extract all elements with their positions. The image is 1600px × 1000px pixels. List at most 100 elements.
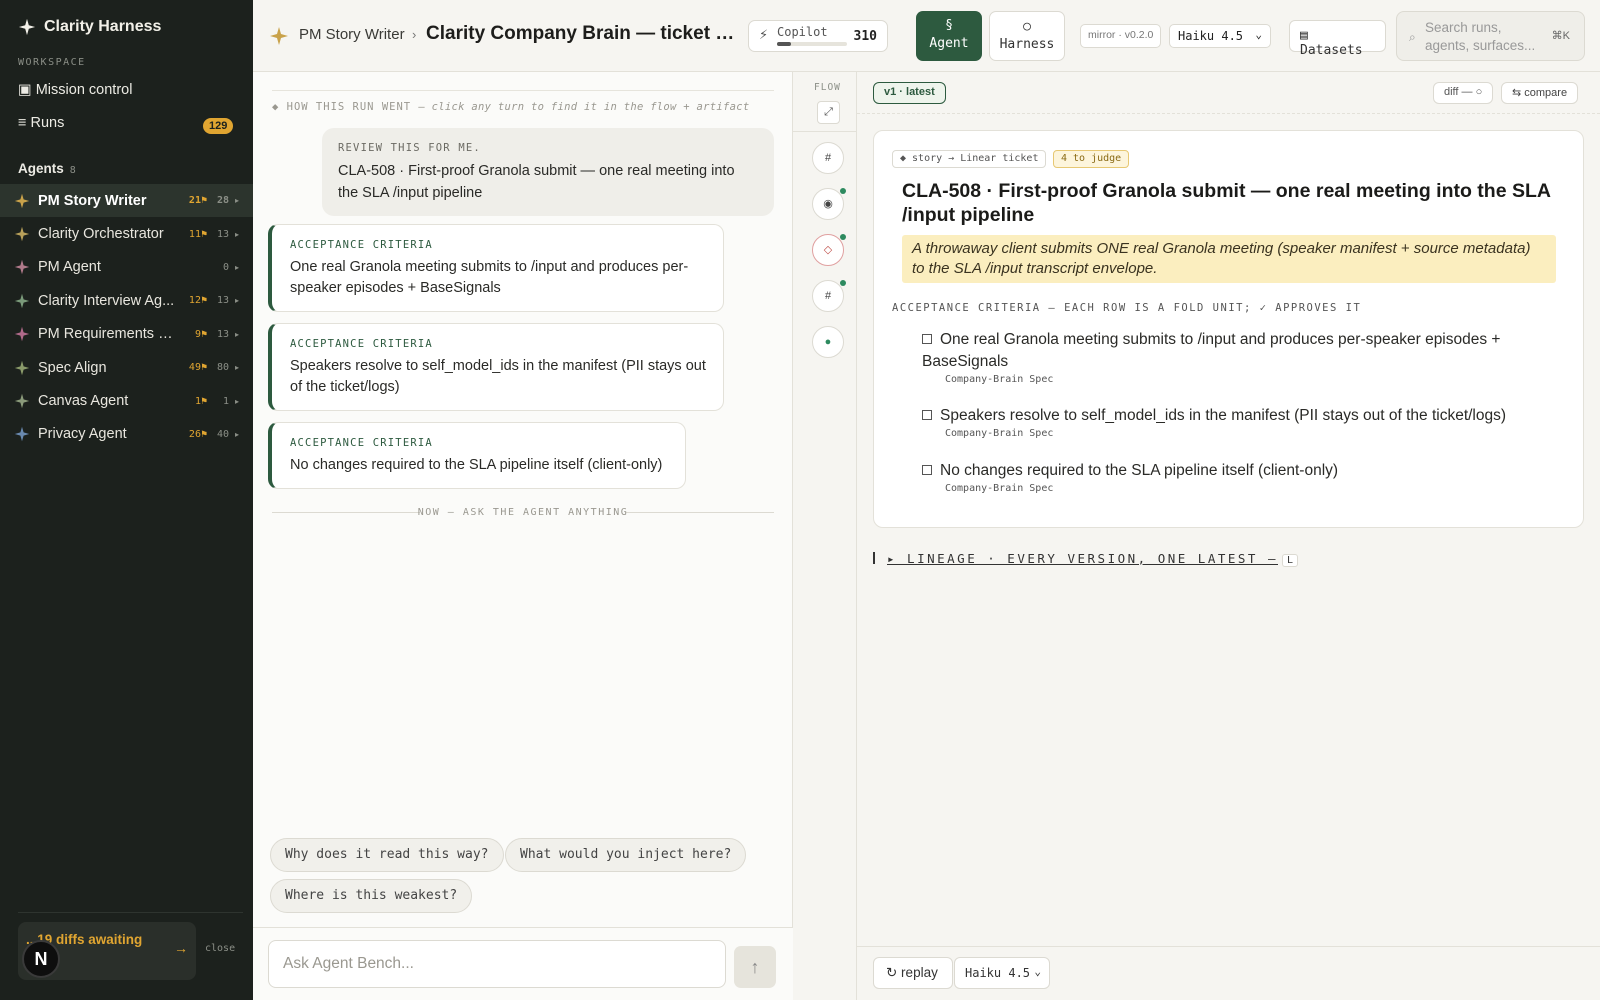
arrow-up-icon: ↑ [750,957,760,977]
now-divider: NOW — ASK THE AGENT ANYTHING [272,507,774,519]
acceptance-card-2[interactable]: ACCEPTANCE CRITERIA Speakers resolve to … [268,323,724,411]
flow-node[interactable]: # [812,142,844,174]
model-select[interactable]: Haiku 4.5 ⌄ [1169,24,1271,48]
footer-model-select[interactable]: Haiku 4.5 ⌄ [954,957,1050,989]
nav-mission-control-label: ▣ Mission control [18,82,133,98]
caret-right-icon[interactable]: ▸ [235,263,239,272]
caret-right-icon[interactable]: ▸ [235,330,239,339]
harness-mode-button[interactable]: ○ Harness [989,11,1065,61]
agent-run-count: 13 [216,295,229,307]
status-dot [840,188,846,194]
agent-run-count: 28 [216,195,229,207]
acceptance-card-tag: ACCEPTANCE CRITERIA [290,338,433,350]
agent-mode-button[interactable]: § Agent [916,11,982,61]
nav-mission-control[interactable]: ▣ Mission control [18,82,132,98]
sidebar-agent-item[interactable]: Privacy Agent 26⚑ 40 ▸ [0,418,253,451]
app-brand[interactable]: Clarity Harness [18,18,161,36]
chevron-down-icon: ⌄ [1034,965,1041,978]
acceptance-item-text: No changes required to the SLA pipeline … [940,462,1339,479]
workspace-label: WORKSPACE [18,57,86,68]
user-message[interactable]: REVIEW THIS FOR ME. CLA-508 · First-proo… [322,128,774,216]
sidebar-agent-item[interactable]: Clarity Interview Ag... 12⚑ 13 ▸ [0,284,253,317]
breadcrumb-agent[interactable]: PM Story Writer [299,26,405,43]
caret-right-icon[interactable]: ▸ [235,296,239,305]
copilot-progress-fill [777,42,791,46]
arrow-right-icon[interactable]: → [174,940,188,956]
search-shortcut: ⌘K [1551,30,1570,42]
diff-button[interactable]: diff — ○ [1433,82,1494,104]
acceptance-card-text: Speakers resolve to self_model_ids in th… [290,358,706,395]
checkbox[interactable] [922,465,932,475]
judge-count-tag[interactable]: 4 to judge [1053,150,1130,168]
copilot-meter[interactable]: ⚡ Copilot 310 [748,20,888,52]
lineage-toggle[interactable]: ▸ LINEAGE · EVERY VERSION, ONE LATEST — L [873,551,1299,567]
acceptance-item-text: One real Granola meeting submits to /inp… [922,331,1501,370]
agent-flag-count: 11⚑ [188,228,207,240]
search-box[interactable]: ⌕ Search runs, agents, surfaces... ⌘K [1396,11,1585,61]
agent-name: Privacy Agent [38,426,127,443]
caret-right-icon[interactable]: ▸ [235,430,239,439]
agent-star-icon [14,360,30,375]
sidebar-agent-item[interactable]: Clarity Orchestrator 11⚑ 13 ▸ [0,217,253,250]
ticket-summary-highlight[interactable]: A throwaway client submits ONE real Gran… [902,235,1556,283]
sidebar-agent-item[interactable]: Spec Align 49⚑ 80 ▸ [0,351,253,384]
copilot-value: 310 [853,29,877,44]
flow-node[interactable]: ◇ [812,234,846,266]
nav-runs[interactable]: ≡ Runs [18,115,64,131]
agent-star-icon [270,27,288,45]
sidebar-agent-item[interactable]: PM Story Writer 21⚑ 28 ▸ [0,184,253,218]
user-message-tag: REVIEW THIS FOR ME. [338,142,481,154]
agent-name: PM Requirements Sy... [38,326,177,343]
run-header: ◆ HOW THIS RUN WENT — click any turn to … [272,101,750,113]
logo-star-icon [18,18,36,36]
sidebar-agent-item[interactable]: Canvas Agent 1⚑ 1 ▸ [0,384,253,417]
caret-right-icon[interactable]: ▸ [235,196,239,205]
sidebar-agent-item[interactable]: PM Requirements Sy... 9⚑ 13 ▸ [0,318,253,351]
run-header-hint: — click any turn to find it in the flow … [418,101,750,113]
checkbox[interactable] [922,410,932,420]
flow-node[interactable]: ◉ [812,188,846,220]
agent-run-count: 0 [222,261,229,273]
acceptance-card-3[interactable]: ACCEPTANCE CRITERIA No changes required … [268,422,686,489]
suggestion-chip[interactable]: Why does it read this way? [270,838,504,872]
agent-name: Clarity Interview Ag... [38,292,175,309]
agent-flag-count: 26⚑ [188,428,207,440]
version-pill[interactable]: v1 · latest [873,82,946,104]
ticket-title: CLA-508 · First-proof Granola submit — o… [902,180,1551,226]
agent-name: Clarity Orchestrator [38,226,164,243]
acceptance-item-source: Company-Brain Spec [945,428,1054,439]
replay-button[interactable]: ↻ replay [873,957,953,989]
acceptance-card-1[interactable]: ACCEPTANCE CRITERIA One real Granola mee… [268,224,724,312]
acceptance-card-tag: ACCEPTANCE CRITERIA [290,239,433,251]
flow-node-glyph: # [824,152,832,164]
caret-right-icon[interactable]: ▸ [235,397,239,406]
flow-node[interactable]: ● [812,326,844,358]
checkbox[interactable] [922,334,932,344]
ask-input[interactable] [268,940,726,988]
send-button[interactable]: ↑ [734,946,776,988]
sidebar-divider [18,912,243,913]
acceptance-item[interactable]: No changes required to the SLA pipeline … [922,460,1552,494]
expand-icon[interactable]: ⤢ [817,101,840,124]
user-message-text: CLA-508 · First-proof Granola submit — o… [338,163,735,201]
agent-name: Canvas Agent [38,393,129,410]
caret-right-icon[interactable]: ▸ [235,230,239,239]
breadcrumb-separator: › [412,27,417,42]
story-ticket-tag: ◆ story → Linear ticket [892,150,1047,168]
flow-label: FLOW [814,82,841,93]
datasets-button[interactable]: ▤ Datasets [1289,20,1386,58]
agent-star-icon [14,327,30,342]
flow-node[interactable]: # [812,280,846,312]
suggestion-chip[interactable]: What would you inject here? [505,838,747,872]
agent-star-icon [14,293,30,309]
close-link[interactable]: close [205,943,235,954]
run-header-divider [272,90,774,91]
compare-button[interactable]: ⇆ compare [1501,82,1579,104]
lineage-shortcut: L [1282,554,1299,567]
acceptance-item[interactable]: One real Granola meeting submits to /inp… [922,329,1552,385]
sidebar-agent-item[interactable]: PM Agent 0 ▸ [0,251,253,284]
acceptance-item[interactable]: Speakers resolve to self_model_ids in th… [922,405,1552,439]
suggestion-chip[interactable]: Where is this weakest? [270,879,473,913]
caret-right-icon[interactable]: ▸ [235,363,239,372]
avatar[interactable]: N [22,940,60,978]
